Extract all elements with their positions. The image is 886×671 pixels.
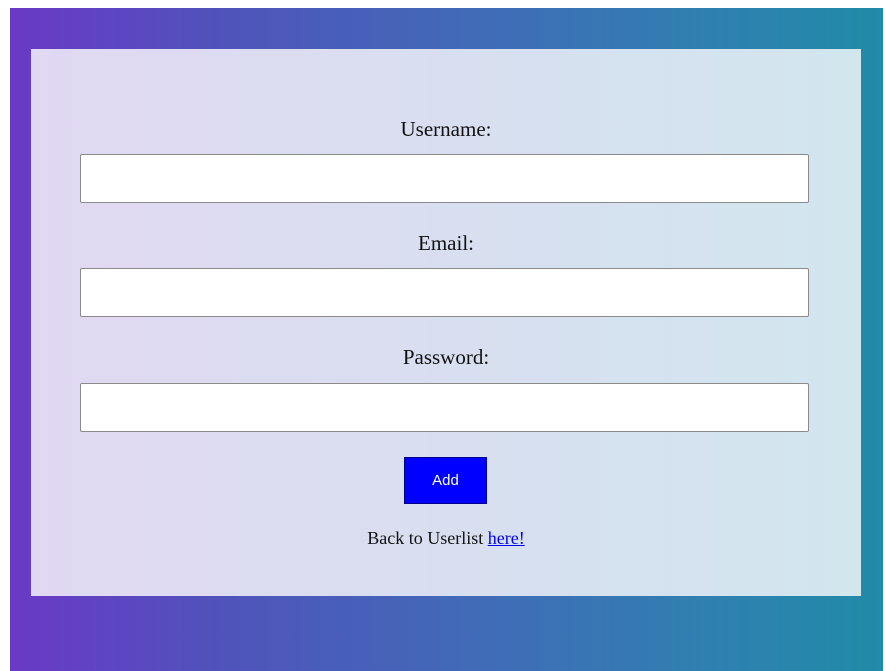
page-background: Username: Email: Password: Add Back to U… [10, 8, 883, 671]
password-label: Password: [402, 345, 490, 369]
username-input[interactable] [80, 154, 809, 203]
add-user-form: Username: Email: Password: Add Back to U… [31, 49, 861, 596]
username-label: Username: [400, 117, 492, 141]
email-label: Email: [418, 231, 474, 255]
userlist-link[interactable]: here! [488, 528, 525, 548]
email-input[interactable] [80, 268, 809, 317]
back-to-userlist: Back to Userlist here! [31, 527, 861, 549]
back-text: Back to Userlist [367, 528, 484, 548]
password-input[interactable] [80, 383, 809, 432]
add-button[interactable]: Add [404, 457, 487, 504]
